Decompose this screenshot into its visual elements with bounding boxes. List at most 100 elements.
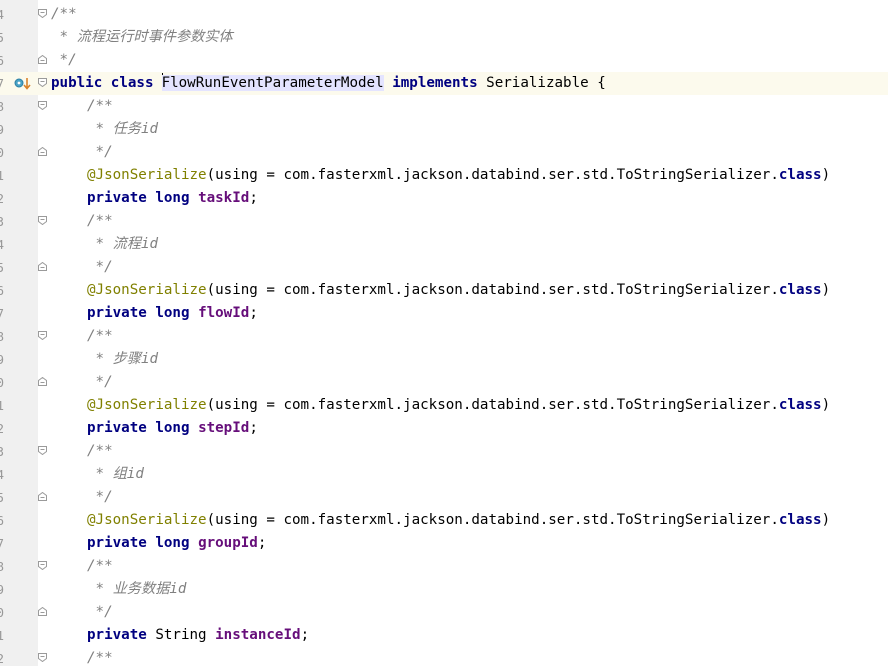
- comment-token: */: [87, 374, 113, 390]
- implementation-marker-icon[interactable]: [14, 76, 32, 91]
- code-text[interactable]: /**: [87, 95, 113, 118]
- code-token: (using = com.fasterxml.jackson.databind.…: [206, 282, 779, 298]
- code-token: Serializable {: [477, 75, 606, 91]
- code-text[interactable]: */: [87, 256, 113, 279]
- code-token: ;: [249, 190, 258, 206]
- code-line[interactable]: 18 /**: [0, 325, 888, 348]
- code-token: String: [146, 627, 216, 643]
- fold-collapse-icon[interactable]: [38, 653, 47, 662]
- fold-end-icon[interactable]: [38, 377, 47, 386]
- keyword-token: class: [778, 167, 822, 183]
- code-text[interactable]: @JsonSerialize(using = com.fasterxml.jac…: [87, 394, 830, 417]
- code-line[interactable]: 30 */: [0, 601, 888, 624]
- code-line[interactable]: 23 /**: [0, 440, 888, 463]
- code-text[interactable]: * 任务id: [87, 118, 159, 141]
- code-text[interactable]: @JsonSerialize(using = com.fasterxml.jac…: [87, 279, 830, 302]
- code-line[interactable]: 29 * 业务数据id: [0, 578, 888, 601]
- code-line[interactable]: 32 /**: [0, 647, 888, 670]
- line-number-text: 26: [0, 513, 4, 528]
- code-line[interactable]: 4 /**: [0, 3, 888, 26]
- code-text[interactable]: * 组id: [87, 463, 144, 486]
- code-line[interactable]: 19 * 步骤id: [0, 348, 888, 371]
- code-line[interactable]: 5 * 流程运行时事件参数实体: [0, 26, 888, 49]
- line-number-text: 23: [0, 444, 4, 459]
- fold-collapse-icon[interactable]: [38, 101, 47, 110]
- line-number-text: 20: [0, 375, 4, 390]
- code-text[interactable]: /**: [87, 555, 113, 578]
- code-line[interactable]: 14 * 流程id: [0, 233, 888, 256]
- comment-token: * 业务数据id: [87, 581, 187, 597]
- fold-end-icon[interactable]: [38, 492, 47, 501]
- fold-end-icon[interactable]: [38, 262, 47, 271]
- fold-end-icon[interactable]: [38, 55, 47, 64]
- code-line[interactable]: 11 @JsonSerialize(using = com.fasterxml.j…: [0, 164, 888, 187]
- code-line[interactable]: 22 private long stepId;: [0, 417, 888, 440]
- code-text[interactable]: * 流程运行时事件参数实体: [51, 26, 233, 49]
- fold-end-icon[interactable]: [38, 147, 47, 156]
- code-text[interactable]: private long taskId;: [87, 187, 258, 210]
- code-line[interactable]: 13 /**: [0, 210, 888, 233]
- code-line[interactable]: 31 private String instanceId;: [0, 624, 888, 647]
- code-text[interactable]: */: [51, 49, 77, 72]
- code-text[interactable]: * 步骤id: [87, 348, 159, 371]
- code-line[interactable]: 20 */: [0, 371, 888, 394]
- code-text[interactable]: /**: [51, 3, 77, 26]
- code-line[interactable]: 27 private long groupId;: [0, 532, 888, 555]
- line-number-text: 10: [0, 145, 4, 160]
- code-line[interactable]: 24 * 组id: [0, 463, 888, 486]
- line-number-text: 29: [0, 582, 4, 597]
- code-line[interactable]: 26 @JsonSerialize(using = com.fasterxml.j…: [0, 509, 888, 532]
- code-line[interactable]: 6 */: [0, 49, 888, 72]
- code-token: (using = com.fasterxml.jackson.databind.…: [206, 397, 779, 413]
- code-token: (using = com.fasterxml.jackson.databind.…: [206, 167, 779, 183]
- code-text[interactable]: private String instanceId;: [87, 624, 309, 647]
- comment-token: * 组id: [87, 466, 144, 482]
- fold-collapse-icon[interactable]: [38, 331, 47, 340]
- code-text[interactable]: /**: [87, 325, 113, 348]
- code-text[interactable]: * 流程id: [87, 233, 159, 256]
- field-name-token: instanceId: [215, 627, 301, 643]
- fold-collapse-icon[interactable]: [38, 561, 47, 570]
- code-text[interactable]: private long flowId;: [87, 302, 258, 325]
- code-token: ;: [257, 535, 267, 551]
- code-text[interactable]: */: [87, 601, 113, 624]
- code-line[interactable]: 9 * 任务id: [0, 118, 888, 141]
- fold-collapse-icon[interactable]: [38, 78, 47, 87]
- code-line[interactable]: 7 public class FlowRunEventParameterModel…: [0, 72, 888, 95]
- comment-token: /**: [87, 558, 113, 574]
- code-text[interactable]: */: [87, 371, 113, 394]
- code-text[interactable]: public class FlowRunEventParameterModel …: [51, 72, 606, 95]
- code-editor[interactable]: 4/** 5 * 流程运行时事件参数实体 6 */7 public class Flo…: [0, 3, 888, 670]
- code-text[interactable]: /**: [87, 647, 113, 670]
- code-line[interactable]: 10 */: [0, 141, 888, 164]
- code-line[interactable]: 8 /**: [0, 95, 888, 118]
- class-name-token: FlowRunEventParameterModel: [161, 75, 384, 91]
- code-text[interactable]: private long stepId;: [87, 417, 258, 440]
- code-line[interactable]: 12 private long taskId;: [0, 187, 888, 210]
- code-token: ): [821, 512, 831, 528]
- code-line[interactable]: 16 @JsonSerialize(using = com.fasterxml.j…: [0, 279, 888, 302]
- code-line[interactable]: 21 @JsonSerialize(using = com.fasterxml.j…: [0, 394, 888, 417]
- comment-token: /**: [51, 6, 77, 22]
- fold-collapse-icon[interactable]: [38, 216, 47, 225]
- code-line[interactable]: 25 */: [0, 486, 888, 509]
- code-text[interactable]: @JsonSerialize(using = com.fasterxml.jac…: [87, 164, 830, 187]
- line-number-text: 22: [0, 421, 4, 436]
- line-number-text: 14: [0, 237, 4, 252]
- code-text[interactable]: /**: [87, 210, 113, 233]
- code-text[interactable]: @JsonSerialize(using = com.fasterxml.jac…: [87, 509, 830, 532]
- fold-end-icon[interactable]: [38, 607, 47, 616]
- fold-collapse-icon[interactable]: [38, 446, 47, 455]
- keyword-token: private: [87, 627, 147, 643]
- code-text[interactable]: */: [87, 486, 113, 509]
- line-number-text: 30: [0, 605, 4, 620]
- code-text[interactable]: /**: [87, 440, 113, 463]
- code-line[interactable]: 15 */: [0, 256, 888, 279]
- code-line[interactable]: 28 /**: [0, 555, 888, 578]
- code-text[interactable]: * 业务数据id: [87, 578, 187, 601]
- code-line[interactable]: 17 private long flowId;: [0, 302, 888, 325]
- code-text[interactable]: */: [87, 141, 113, 164]
- fold-collapse-icon[interactable]: [38, 9, 47, 18]
- code-text[interactable]: private long groupId;: [87, 532, 266, 555]
- code-token: ;: [300, 627, 310, 643]
